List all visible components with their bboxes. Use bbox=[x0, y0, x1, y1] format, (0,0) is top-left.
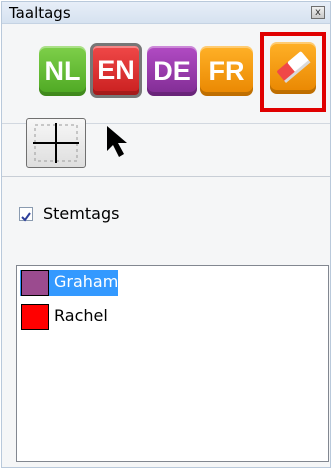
section-divider bbox=[2, 176, 330, 177]
taaltags-panel: Taaltags x NL EN DE FR Stemtags Graham R… bbox=[1, 1, 331, 468]
checkmark-icon bbox=[21, 212, 31, 222]
eraser-button[interactable] bbox=[270, 42, 316, 94]
lang-label-nl: NL bbox=[44, 56, 81, 86]
lang-button-en[interactable]: EN bbox=[90, 43, 142, 98]
lang-label-en: EN bbox=[97, 55, 135, 85]
speaker-item-rachel[interactable]: Rachel bbox=[20, 304, 118, 330]
speaker-color-swatch bbox=[21, 270, 49, 296]
pointer-tool-button[interactable] bbox=[103, 123, 135, 159]
lang-button-nl[interactable]: NL bbox=[39, 46, 86, 96]
lang-button-de[interactable]: DE bbox=[147, 46, 197, 96]
speaker-name: Rachel bbox=[54, 306, 108, 325]
lang-label-fr: FR bbox=[208, 56, 245, 86]
arrow-pointer-icon bbox=[107, 126, 127, 157]
crosshair-tool-button[interactable] bbox=[26, 118, 86, 168]
eraser-highlight bbox=[260, 32, 326, 112]
speaker-list[interactable]: Graham Rachel bbox=[16, 265, 329, 462]
crosshair-icon bbox=[33, 123, 79, 163]
panel-title: Taaltags bbox=[9, 4, 71, 22]
eraser-icon bbox=[277, 51, 311, 84]
stemtags-checkbox[interactable] bbox=[19, 207, 33, 222]
close-button[interactable]: x bbox=[311, 6, 325, 19]
panel-titlebar: Taaltags x bbox=[2, 2, 330, 24]
speaker-item-graham[interactable]: Graham bbox=[20, 270, 118, 296]
speaker-name: Graham bbox=[54, 272, 119, 291]
stemtags-label: Stemtags bbox=[43, 204, 120, 223]
speaker-color-swatch bbox=[21, 304, 49, 330]
lang-button-fr[interactable]: FR bbox=[200, 46, 253, 96]
close-icon: x bbox=[315, 7, 321, 18]
lang-label-de: DE bbox=[153, 56, 191, 86]
